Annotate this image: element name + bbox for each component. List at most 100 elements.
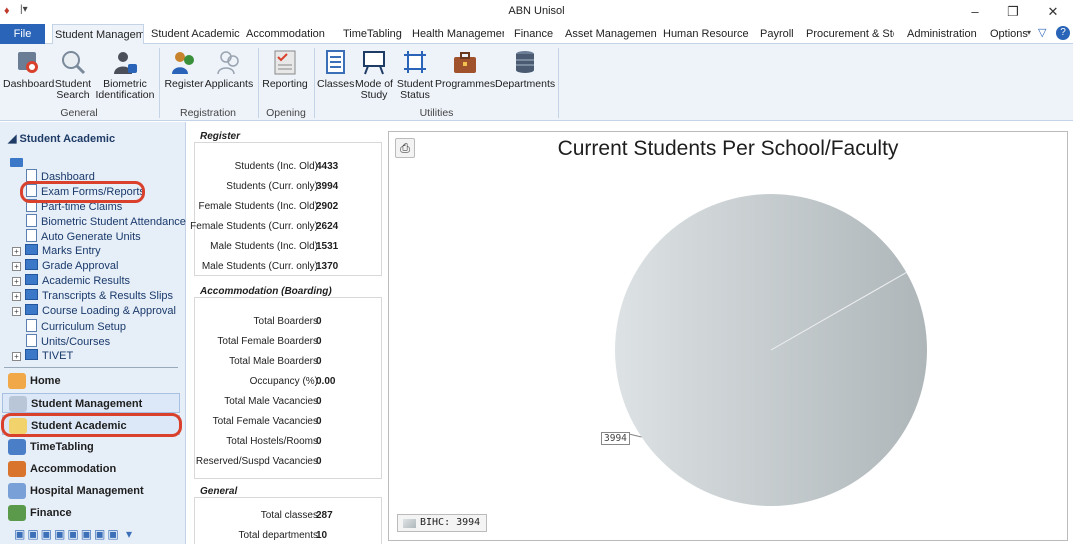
tab-timetabling[interactable]: TimeTabling — [343, 24, 405, 44]
stat-label: Male Students (Inc. Old) — [210, 241, 318, 252]
tree-item-marks-entry[interactable]: + Marks Entry — [12, 244, 101, 259]
tree-item-tivet[interactable]: + TIVET — [12, 349, 73, 364]
title-bar: ♦ |▾ ABN Unisol – ❐ ✕ — [0, 0, 1073, 24]
expand-icon[interactable]: + — [12, 277, 21, 286]
expand-icon[interactable]: + — [12, 262, 21, 271]
stats-panel: Register Students (Inc. Old) 4433 Student… — [188, 122, 386, 544]
stat-value: 10 — [316, 530, 328, 541]
expand-icon[interactable]: + — [12, 352, 21, 361]
departments-label: Departments — [495, 78, 556, 90]
expand-icon[interactable]: + — [12, 307, 21, 316]
tab-asset-management[interactable]: Asset Management — [565, 24, 657, 44]
tree-item-label: Auto Generate Units — [41, 231, 141, 243]
stat-value: 1370 — [316, 261, 339, 272]
nav-timetabling-label: TimeTabling — [30, 441, 94, 453]
pill-icon — [8, 483, 26, 499]
mode-of-study-button[interactable]: Mode of Study — [353, 48, 395, 101]
nav-accommodation[interactable]: Accommodation — [2, 459, 180, 479]
options-dropdown-icon[interactable]: ▾ — [1027, 28, 1031, 37]
student-status-button[interactable]: Student Status — [395, 48, 435, 101]
biometric-identification-label: Biometric Identification — [95, 78, 155, 101]
tab-human-resource[interactable]: Human Resource — [663, 24, 749, 44]
pie-chart — [615, 194, 927, 506]
minimize-button[interactable]: – — [960, 2, 990, 22]
expand-icon[interactable]: + — [12, 292, 21, 301]
general-title: General — [200, 486, 241, 497]
help-icon[interactable]: ? — [1056, 26, 1070, 40]
nav-divider — [4, 367, 178, 368]
tree-item-transcripts[interactable]: + Transcripts & Results Slips — [12, 289, 173, 304]
stat-label: Occupancy (%) — [249, 376, 318, 387]
home-icon — [8, 373, 26, 389]
classes-button[interactable]: Classes — [317, 48, 354, 90]
student-management-icon — [9, 396, 27, 412]
tree-item-label: Academic Results — [42, 275, 131, 287]
student-search-label: Student Search — [54, 78, 92, 101]
register-users-icon — [172, 52, 194, 74]
tab-accommodation[interactable]: Accommodation — [246, 24, 332, 44]
tab-finance[interactable]: Finance — [514, 24, 556, 44]
applicants-users-icon — [217, 51, 239, 75]
book-icon — [25, 274, 38, 285]
tree-item-label: Transcripts & Results Slips — [42, 290, 174, 302]
tab-health-management[interactable]: Health Managemer — [412, 24, 504, 44]
document-icon — [26, 319, 37, 332]
tab-file[interactable]: File — [0, 24, 45, 44]
expand-icon[interactable]: + — [12, 247, 21, 256]
tree-item-auto-generate-units[interactable]: Auto Generate Units — [26, 229, 141, 244]
tab-options[interactable]: Options — [990, 24, 1028, 44]
folder-icon[interactable] — [10, 158, 23, 167]
calendar-icon — [8, 439, 26, 455]
student-search-button[interactable]: Student Search — [54, 48, 92, 101]
reporting-button[interactable]: Reporting — [261, 48, 309, 90]
tree-item-label: Units/Courses — [41, 336, 111, 348]
applicants-button[interactable]: Applicants — [204, 48, 254, 90]
close-button[interactable]: ✕ — [1038, 2, 1068, 22]
stat-label: Total Male Vacancies — [224, 396, 318, 407]
stat-value: 0 — [316, 316, 322, 327]
register-button[interactable]: Register — [163, 48, 205, 90]
document-icon — [26, 214, 37, 227]
nav-hospital-management[interactable]: Hospital Management — [2, 481, 180, 501]
stat-value: 2624 — [316, 221, 339, 232]
tab-student-management[interactable]: Student Manageme — [52, 24, 144, 45]
collapsed-modules-icons[interactable]: ▣▣▣▣▣▣▣▣ ▾ — [14, 527, 134, 541]
nav-header-label: Student Academic — [19, 133, 116, 145]
nav-timetabling[interactable]: TimeTabling — [2, 437, 180, 457]
tab-payroll[interactable]: Payroll — [760, 24, 800, 44]
accommodation-title: Accommodation (Boarding) — [200, 286, 335, 297]
tab-administration[interactable]: Administration — [907, 24, 983, 44]
nav-student-management[interactable]: Student Management — [2, 393, 180, 413]
departments-button[interactable]: Departments — [495, 48, 555, 90]
nav-header[interactable]: ◢ Student Academic — [8, 132, 115, 145]
tree-item-label: Curriculum Setup — [41, 321, 126, 333]
stat-label: Female Students (Curr. only) — [190, 221, 318, 232]
tree-item-academic-results[interactable]: + Academic Results — [12, 274, 130, 289]
tree-item-course-loading[interactable]: + Course Loading & Approval — [12, 304, 176, 319]
stat-label: Students (Curr. only) — [226, 181, 318, 192]
stat-value: 1531 — [316, 241, 339, 252]
dashboard-button[interactable]: Dashboard — [3, 48, 54, 90]
book-icon — [25, 289, 38, 300]
legend-swatch — [403, 519, 416, 528]
tab-procurement[interactable]: Procurement & Sto — [806, 24, 894, 44]
biometric-identification-button[interactable]: Biometric Identification — [94, 48, 156, 101]
nav-home[interactable]: Home — [2, 371, 180, 391]
tree-item-biometric-attendance[interactable]: Biometric Student Attendance — [26, 214, 186, 229]
tree-item-curriculum-setup[interactable]: Curriculum Setup — [26, 319, 126, 334]
tab-student-academic[interactable]: Student Academic — [151, 24, 241, 44]
tree-item-label: Marks Entry — [42, 245, 101, 257]
register-label: Register — [164, 78, 204, 90]
ribbon-collapse-icon[interactable]: ▽ — [1038, 26, 1046, 39]
stat-value: 0 — [316, 396, 322, 407]
group-general-label: General — [60, 107, 98, 119]
restore-button[interactable]: ❐ — [998, 2, 1028, 22]
nav-finance[interactable]: Finance — [2, 503, 180, 523]
group-opening-label: Opening — [266, 107, 306, 119]
register-title: Register — [200, 131, 244, 142]
programmes-button[interactable]: Programmes — [435, 48, 495, 90]
tree-item-units-courses[interactable]: Units/Courses — [26, 334, 110, 349]
tree-item-grade-approval[interactable]: + Grade Approval — [12, 259, 118, 274]
stat-value: 0.00 — [316, 376, 336, 387]
reporting-label: Reporting — [262, 78, 308, 90]
